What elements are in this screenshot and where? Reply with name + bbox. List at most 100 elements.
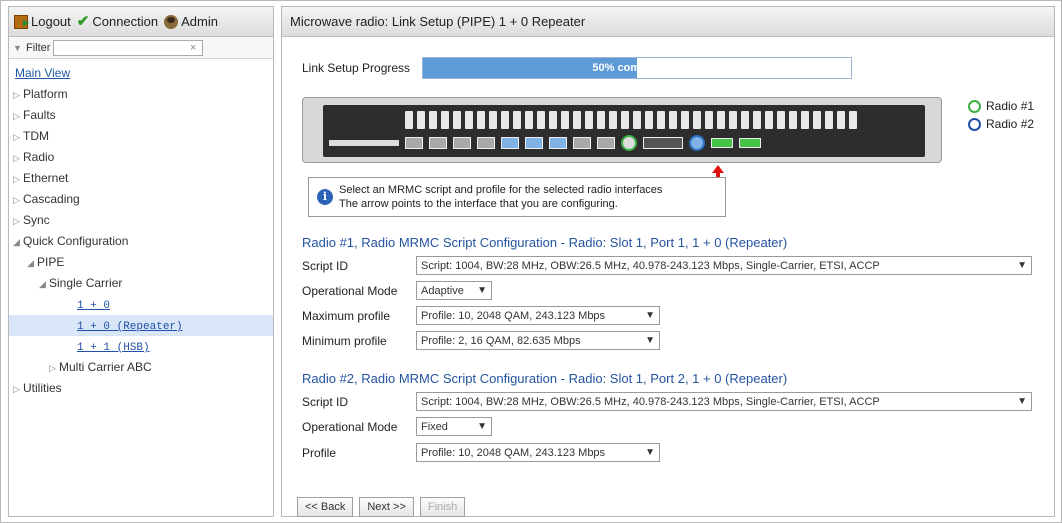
- connection-link[interactable]: ✔ Connection: [76, 12, 159, 30]
- field-label: Script ID: [302, 394, 349, 409]
- tree-item-ethernet[interactable]: ▷ Ethernet: [9, 168, 273, 189]
- radio-1-mode-row: Operational Mode Adaptive ▼: [302, 281, 492, 300]
- filter-expand-icon[interactable]: ▼: [13, 43, 23, 53]
- device-ports: [329, 135, 761, 151]
- vent-slot: [777, 111, 785, 129]
- vent-slot: [705, 111, 713, 129]
- tree-item-utilities[interactable]: ▷ Utilities: [9, 378, 273, 399]
- tree-item-pipe[interactable]: ◢ PIPE: [9, 252, 273, 273]
- vent-slot: [513, 111, 521, 129]
- info-line: The arrow points to the interface that y…: [339, 198, 618, 210]
- checkmark-icon: ✔: [76, 12, 90, 30]
- vent-slot: [525, 111, 533, 129]
- tree-item-tdm[interactable]: ▷ TDM: [9, 126, 273, 147]
- tree-item-faults[interactable]: ▷ Faults: [9, 105, 273, 126]
- radio-2-mode-select[interactable]: Fixed ▼: [416, 417, 492, 436]
- ethernet-port: [549, 137, 567, 149]
- tree-item-cascading[interactable]: ▷ Cascading: [9, 189, 273, 210]
- tree-item-label: 1 + 0: [77, 300, 111, 312]
- tree-item-label: Multi Carrier ABC: [59, 360, 152, 374]
- tree-item-label: Ethernet: [23, 171, 69, 185]
- finish-button[interactable]: Finish: [419, 497, 466, 517]
- radio-2-script-select[interactable]: Script: 1004, BW:28 MHz, OBW:26.5 MHz, 4…: [416, 392, 1032, 411]
- radio-2-profile-select[interactable]: Profile: 10, 2048 QAM, 243.123 Mbps ▼: [416, 443, 660, 462]
- expand-arrow-icon: ▷: [13, 384, 20, 394]
- filter-bar: ▼ Filter ×: [9, 37, 273, 59]
- expand-arrow-icon: ▷: [13, 111, 20, 121]
- vent-slot: [441, 111, 449, 129]
- radio-1-port[interactable]: [621, 135, 637, 151]
- vent-slot: [549, 111, 557, 129]
- tree-item-quick-configuration[interactable]: ◢ Quick Configuration: [9, 231, 273, 252]
- progress-label: Link Setup Progress: [302, 61, 411, 75]
- info-text: Select an MRMC script and profile for th…: [339, 183, 662, 211]
- content-panel: Microwave radio: Link Setup (PIPE) 1 + 0…: [281, 6, 1055, 517]
- page-title: Microwave radio: Link Setup (PIPE) 1 + 0…: [282, 7, 1054, 37]
- tree-item-1-1-hsb[interactable]: 1 + 1 (HSB): [9, 336, 273, 357]
- radio-1-min-profile-select[interactable]: Profile: 2, 16 QAM, 82.635 Mbps ▼: [416, 331, 660, 350]
- tree-item-label: Single Carrier: [49, 276, 123, 290]
- vent-slot: [729, 111, 737, 129]
- tree-item-1-0-repeater[interactable]: 1 + 0 (Repeater): [9, 315, 273, 336]
- tree-item-label: PIPE: [37, 255, 65, 269]
- progress-bar: 50% completed...: [422, 57, 853, 79]
- vent-slot: [813, 111, 821, 129]
- expand-arrow-icon: ▷: [13, 132, 20, 142]
- chevron-down-icon: ▼: [1017, 260, 1027, 271]
- radio-legend-item-1: Radio #1: [968, 97, 1034, 115]
- tree-item-platform[interactable]: ▷ Platform: [9, 84, 273, 105]
- expand-arrow-icon: ▷: [13, 174, 20, 184]
- label-area: [643, 137, 683, 149]
- tree-item-label: Sync: [23, 213, 50, 227]
- clear-icon[interactable]: ×: [190, 41, 196, 55]
- chevron-down-icon: ▼: [645, 335, 655, 346]
- logout-label: Logout: [31, 14, 71, 29]
- chevron-down-icon: ▼: [477, 421, 487, 432]
- device-illustration: [302, 97, 942, 163]
- info-box: i Select an MRMC script and profile for …: [308, 177, 726, 217]
- select-value: Fixed: [421, 420, 448, 433]
- ethernet-port: [477, 137, 495, 149]
- tree-item-label: 1 + 0 (Repeater): [77, 321, 183, 333]
- next-button[interactable]: Next >>: [359, 497, 414, 517]
- tree-item-label: Main View: [15, 66, 71, 80]
- admin-link[interactable]: Admin: [164, 14, 218, 29]
- tree-item-label: 1 + 1 (HSB): [77, 342, 150, 354]
- tree-item-sync[interactable]: ▷ Sync: [9, 210, 273, 231]
- back-button[interactable]: << Back: [297, 497, 354, 517]
- power-connector: [711, 138, 733, 148]
- tree-item-1-0[interactable]: 1 + 0: [9, 294, 273, 315]
- radio-1-mode-select[interactable]: Adaptive ▼: [416, 281, 492, 300]
- vent-slot: [489, 111, 497, 129]
- top-toolbar: Logout ✔ Connection Admin: [9, 7, 273, 37]
- vent-slot: [633, 111, 641, 129]
- vent-slot: [417, 111, 425, 129]
- select-value: Profile: 10, 2048 QAM, 243.123 Mbps: [421, 446, 606, 459]
- chevron-down-icon: ▼: [645, 310, 655, 321]
- radio-legend-label: Radio #2: [986, 117, 1035, 131]
- serial-port: [405, 137, 423, 149]
- chevron-down-icon: ▼: [645, 447, 655, 458]
- navigation-tree: Main View ▷ Platform ▷ Faults ▷ TDM ▷ Radio …: [9, 59, 273, 399]
- logout-link[interactable]: Logout: [14, 14, 71, 29]
- expand-arrow-icon: ▷: [49, 363, 56, 373]
- radio-legend-item-2: Radio #2: [968, 115, 1034, 133]
- vent-slot: [645, 111, 653, 129]
- tree-item-label: Quick Configuration: [23, 234, 129, 248]
- select-value: Profile: 10, 2048 QAM, 243.123 Mbps: [421, 309, 606, 322]
- logout-icon: [14, 14, 29, 29]
- filter-input[interactable]: ×: [53, 39, 204, 56]
- radio-1-script-select[interactable]: Script: 1004, BW:28 MHz, OBW:26.5 MHz, 4…: [416, 256, 1032, 275]
- expand-arrow-icon: ▷: [13, 90, 20, 100]
- radio-1-max-profile-select[interactable]: Profile: 10, 2048 QAM, 243.123 Mbps ▼: [416, 306, 660, 325]
- tree-item-main-view[interactable]: Main View: [9, 63, 273, 84]
- tree-item-multi-carrier-abc[interactable]: ▷ Multi Carrier ABC: [9, 357, 273, 378]
- user-icon: [164, 14, 179, 29]
- tree-item-single-carrier[interactable]: ◢ Single Carrier: [9, 273, 273, 294]
- expand-arrow-icon: ▷: [13, 216, 20, 226]
- connection-label: Connection: [92, 14, 159, 29]
- sfp-port: [573, 137, 591, 149]
- tree-item-radio[interactable]: ▷ Radio: [9, 147, 273, 168]
- field-label: Operational Mode: [302, 283, 398, 298]
- radio-2-port[interactable]: [689, 135, 705, 151]
